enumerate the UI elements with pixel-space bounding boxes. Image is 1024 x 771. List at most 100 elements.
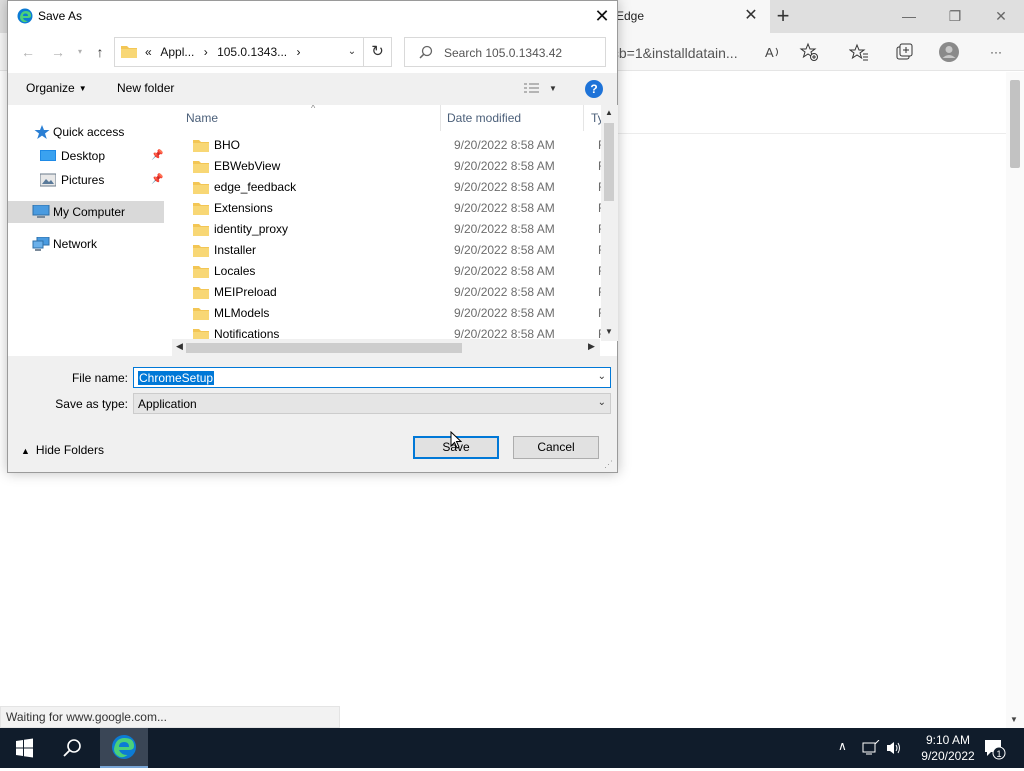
file-list-horizontal-scrollbar[interactable]: ◀ ▶: [172, 339, 600, 356]
file-name-input[interactable]: ChromeSetup ⌄: [133, 367, 611, 388]
nav-item-pictures[interactable]: Pictures 📌: [8, 169, 164, 191]
file-date-modified: 9/20/2022 8:58 AM: [454, 201, 555, 215]
clock-time[interactable]: 9:10 AM: [916, 733, 980, 747]
profile-avatar-icon[interactable]: [936, 39, 962, 65]
chevron-down-icon[interactable]: ⌄: [343, 43, 361, 61]
network-status-icon[interactable]: [862, 740, 880, 756]
change-view-button[interactable]: ▼: [523, 80, 563, 98]
address-bar-url[interactable]: tcb=1&installdatain...: [608, 45, 738, 61]
file-row[interactable]: Extensions9/20/2022 8:58 AMFi: [178, 198, 608, 219]
file-row[interactable]: BHO9/20/2022 8:58 AMFi: [178, 135, 608, 156]
windows-logo-icon: [16, 738, 33, 758]
collections-icon[interactable]: [891, 39, 917, 65]
forward-arrow-icon[interactable]: →: [48, 42, 68, 62]
nav-item-quick-access[interactable]: Quick access: [8, 121, 164, 143]
back-arrow-icon[interactable]: ←: [18, 42, 38, 62]
more-menu-icon[interactable]: ···: [983, 39, 1009, 65]
taskbar-edge-button[interactable]: [100, 728, 148, 768]
page-scrollbar-thumb[interactable]: [1010, 80, 1020, 168]
minimize-icon[interactable]: —: [898, 6, 920, 26]
scroll-up-icon[interactable]: ▲: [605, 108, 613, 117]
folder-icon: [193, 224, 209, 236]
refresh-icon[interactable]: ↻: [364, 37, 392, 67]
start-button[interactable]: [0, 728, 48, 768]
nav-item-my-computer[interactable]: My Computer: [8, 201, 164, 223]
file-date-modified: 9/20/2022 8:58 AM: [454, 264, 555, 278]
dialog-title-bar[interactable]: Save As ✕: [8, 1, 617, 32]
save-as-type-select[interactable]: Application ⌄: [133, 393, 611, 414]
new-folder-button[interactable]: New folder: [117, 81, 174, 95]
breadcrumb-separator[interactable]: ›: [296, 45, 300, 59]
file-date-modified: 9/20/2022 8:58 AM: [454, 138, 555, 152]
breadcrumb-item[interactable]: 105.0.1343...: [217, 45, 287, 59]
file-row[interactable]: Installer9/20/2022 8:58 AMFi: [178, 240, 608, 261]
show-hidden-icons-chevron-icon[interactable]: ∧: [838, 739, 847, 753]
pin-icon[interactable]: 📌: [151, 145, 163, 167]
breadcrumb-separator[interactable]: ›: [204, 45, 208, 59]
hide-folders-toggle[interactable]: ▲ Hide Folders: [21, 443, 104, 457]
add-favorite-icon[interactable]: [796, 39, 822, 65]
organize-label: Organize: [26, 81, 75, 95]
file-list-vertical-scrollbar[interactable]: ▲ ▼: [601, 105, 618, 341]
nav-item-network[interactable]: Network: [8, 233, 164, 255]
scroll-right-icon[interactable]: ▶: [588, 341, 595, 352]
address-breadcrumb-bar[interactable]: « Appl... › 105.0.1343... › ⌄: [114, 37, 364, 67]
notification-count: 1: [996, 749, 1001, 759]
nav-item-desktop[interactable]: Desktop 📌: [8, 145, 164, 167]
file-row[interactable]: MLModels9/20/2022 8:58 AMFi: [178, 303, 608, 324]
page-header-bar: [616, 72, 1006, 134]
breadcrumb-item[interactable]: Appl...: [160, 45, 194, 59]
breadcrumb-overflow[interactable]: «: [145, 45, 152, 59]
taskbar-search-button[interactable]: [48, 728, 96, 768]
chevron-down-icon[interactable]: ⌄: [598, 371, 606, 382]
navigation-row: ← → ▾ ↑ « Appl... › 105.0.1343... › ⌄ ↻ …: [8, 35, 617, 69]
read-aloud-icon[interactable]: A: [760, 39, 786, 65]
window-close-icon[interactable]: ✕: [990, 6, 1012, 26]
file-row[interactable]: MEIPreload9/20/2022 8:58 AMFi: [178, 282, 608, 303]
notifications-icon[interactable]: 1: [982, 738, 1008, 760]
nav-item-label: Pictures: [61, 173, 105, 187]
up-arrow-icon[interactable]: ↑: [90, 42, 110, 62]
file-date-modified: 9/20/2022 8:58 AM: [454, 180, 555, 194]
file-row[interactable]: EBWebView9/20/2022 8:58 AMFi: [178, 156, 608, 177]
hide-folders-label: Hide Folders: [35, 443, 104, 457]
scroll-left-icon[interactable]: ◀: [176, 341, 183, 352]
recent-locations-chevron-icon[interactable]: ▾: [70, 42, 90, 62]
scroll-down-icon[interactable]: ▼: [605, 327, 613, 336]
network-icon: [32, 237, 50, 251]
pictures-icon: [40, 173, 56, 187]
column-divider[interactable]: [583, 105, 584, 131]
horizontal-scrollbar-thumb[interactable]: [186, 343, 462, 353]
file-row[interactable]: edge_feedback9/20/2022 8:58 AMFi: [178, 177, 608, 198]
file-name-value[interactable]: ChromeSetup: [138, 371, 215, 385]
help-icon[interactable]: ?: [585, 80, 603, 98]
dialog-close-button[interactable]: ✕: [590, 5, 614, 29]
column-header-date-modified[interactable]: Date modified: [447, 111, 521, 125]
page-scrollbar[interactable]: ▼: [1006, 72, 1024, 728]
breadcrumb: « Appl... › 105.0.1343... ›: [145, 45, 306, 59]
column-header-name[interactable]: Name: [186, 111, 218, 125]
computer-icon: [32, 205, 50, 218]
cancel-button[interactable]: Cancel: [513, 436, 599, 459]
folder-icon: [193, 308, 209, 320]
organize-button[interactable]: Organize ▼: [26, 81, 87, 95]
file-name: EBWebView: [214, 159, 281, 173]
pin-icon[interactable]: 📌: [151, 169, 163, 191]
resize-grip-icon[interactable]: ⋰: [604, 459, 613, 470]
favorites-icon[interactable]: [846, 39, 872, 65]
restore-icon[interactable]: ❐: [944, 6, 966, 26]
tab-close-icon[interactable]: ✕: [741, 6, 761, 26]
edge-tab[interactable]: Edge ✕: [600, 0, 770, 33]
clock-date[interactable]: 9/20/2022: [916, 749, 980, 763]
chevron-down-icon[interactable]: ⌄: [598, 397, 606, 408]
file-name-label: File name:: [71, 371, 128, 385]
volume-icon[interactable]: [886, 740, 902, 756]
vertical-scrollbar-thumb[interactable]: [604, 123, 614, 201]
search-input[interactable]: Search 105.0.1343.42: [404, 37, 606, 67]
new-tab-icon[interactable]: +: [772, 4, 794, 28]
mouse-cursor-icon: [450, 431, 462, 449]
column-divider[interactable]: [440, 105, 441, 131]
file-row[interactable]: Locales9/20/2022 8:58 AMFi: [178, 261, 608, 282]
scroll-down-icon[interactable]: ▼: [1010, 715, 1018, 724]
file-row[interactable]: identity_proxy9/20/2022 8:58 AMFi: [178, 219, 608, 240]
